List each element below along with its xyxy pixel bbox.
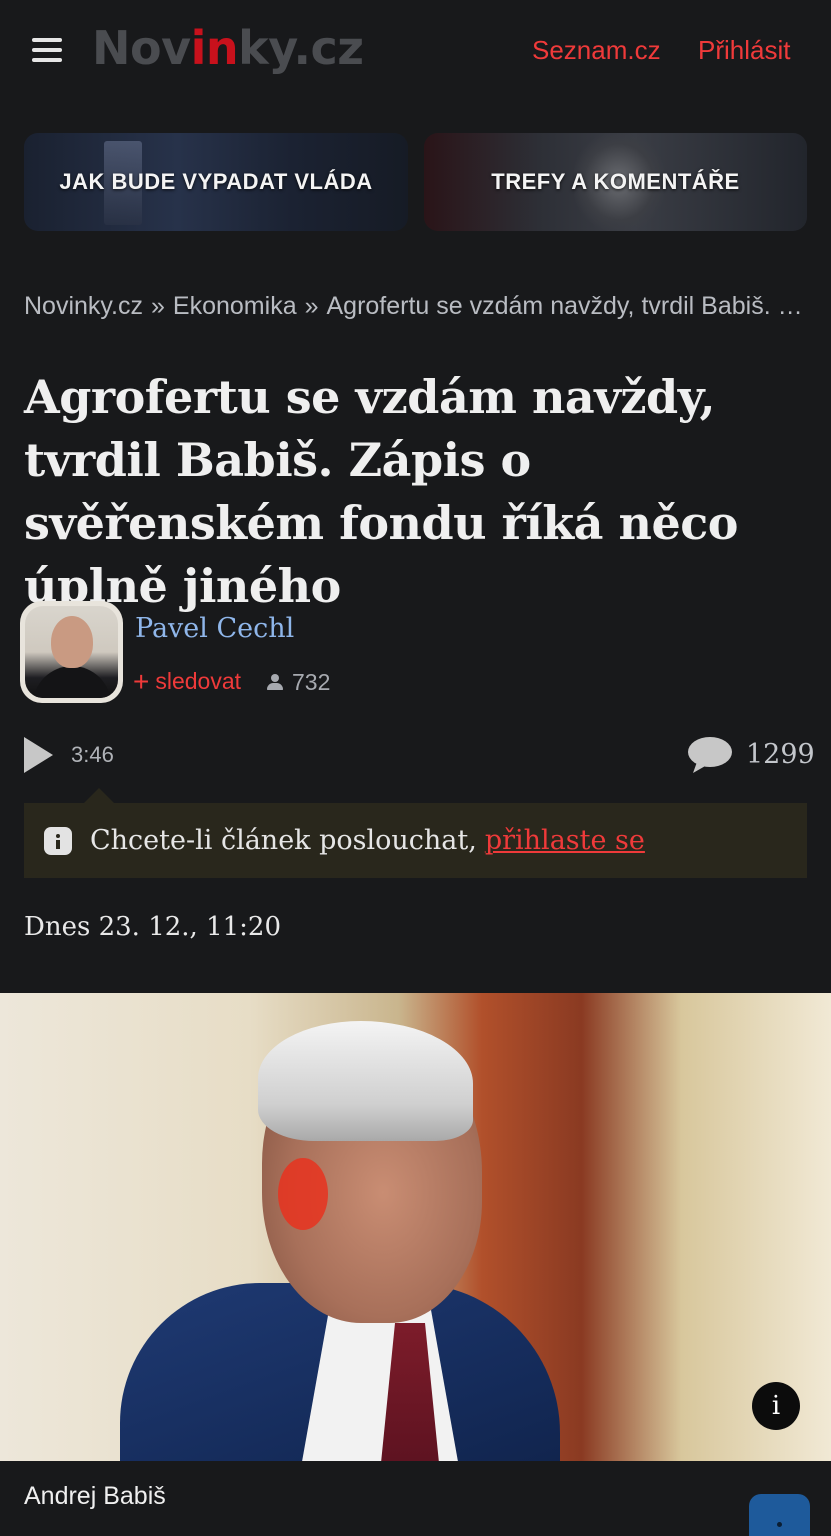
logo-accent: in: [190, 21, 239, 75]
article-date: Dnes 23. 12., 11:20: [24, 912, 282, 942]
listen-login-notice: Chcete-li článek poslouchat, přihlaste se: [24, 803, 807, 878]
breadcrumb-separator: »: [151, 292, 165, 320]
login-link[interactable]: Přihlásit: [698, 34, 790, 66]
plus-icon: +: [133, 666, 150, 697]
site-header: Novinky.cz Seznam.cz Přihlásit: [0, 0, 831, 100]
author-name[interactable]: Pavel Cechl: [135, 612, 294, 646]
followers-value: 732: [292, 669, 331, 695]
article-photo[interactable]: [0, 993, 831, 1461]
follow-button[interactable]: + sledovat: [133, 666, 241, 697]
promo-tile-government[interactable]: JAK BUDE VYPADAT VLÁDA: [24, 133, 408, 231]
breadcrumb-current: Agrofertu se vzdám navždy, tvrdil Babiš.…: [326, 292, 815, 320]
comments-count[interactable]: 1299: [746, 738, 815, 772]
article-title: Agrofertu se vzdám navždy, tvrdil Babiš.…: [24, 370, 738, 613]
notice-pointer: [84, 788, 114, 803]
breadcrumb-section[interactable]: Ekonomika: [173, 292, 297, 320]
photo-caption: Andrej Babiš: [24, 1482, 166, 1510]
logo-suffix: ky.cz: [238, 21, 364, 75]
info-lock-icon: [44, 826, 72, 855]
seznam-link[interactable]: Seznam.cz: [532, 34, 661, 66]
site-logo[interactable]: Novinky.cz: [92, 20, 364, 76]
promo-tile-label: TREFY A KOMENTÁŘE: [491, 169, 740, 194]
notice-login-link[interactable]: přihlaste se: [485, 825, 645, 856]
audio-duration: 3:46: [71, 742, 114, 767]
notice-text: Chcete-li článek poslouchat, přihlaste se: [90, 824, 645, 858]
follow-label: sledovat: [155, 668, 242, 694]
breadcrumb: Novinky.cz» Ekonomika» Agrofertu se vzdám …: [24, 290, 814, 322]
photo-info-button[interactable]: i: [752, 1382, 800, 1430]
breadcrumb-separator: »: [304, 292, 319, 320]
logo-prefix: Nov: [92, 21, 191, 75]
breadcrumb-home[interactable]: Novinky.cz: [24, 292, 143, 320]
followers-count: 732: [266, 667, 330, 697]
floating-action-button[interactable]: [749, 1494, 810, 1536]
promo-tile-label: JAK BUDE VYPADAT VLÁDA: [59, 169, 373, 194]
person-icon: [266, 673, 284, 691]
notice-message: Chcete-li článek poslouchat,: [90, 824, 477, 856]
menu-icon[interactable]: [32, 38, 62, 62]
play-icon[interactable]: [24, 737, 53, 773]
comment-icon[interactable]: [687, 736, 733, 774]
author-avatar[interactable]: [20, 601, 123, 703]
promo-tile-commentary[interactable]: TREFY A KOMENTÁŘE: [424, 133, 807, 231]
